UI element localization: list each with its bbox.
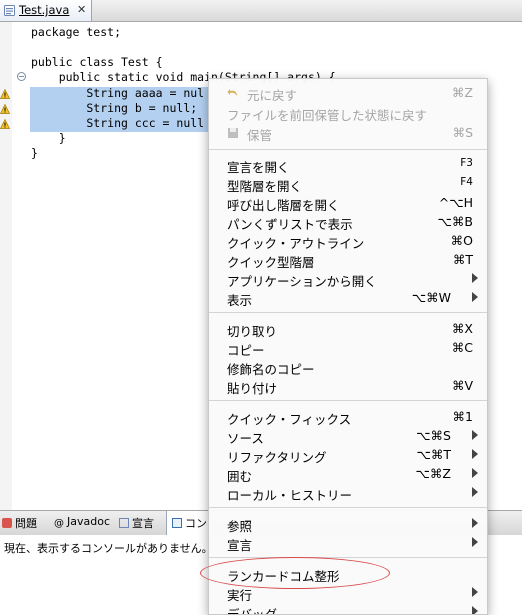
menu-separator	[209, 507, 487, 508]
console-empty-message: 現在、表示するコンソールがありません。	[4, 542, 213, 555]
editor-tab-label: Test.java	[19, 3, 70, 17]
menu-item-refactor[interactable]: リファクタリング ⌥⌘T	[209, 445, 487, 465]
menu-item-undo[interactable]: 元に戻す ⌘Z	[209, 83, 487, 103]
menu-item-local-history[interactable]: ローカル・ヒストリー	[209, 483, 487, 503]
tab-problems-label: 問題	[15, 517, 37, 530]
menu-item-debug[interactable]: デバッグ	[209, 602, 487, 614]
code-line-3: public class Test {	[31, 55, 163, 69]
submenu-arrow-icon	[472, 487, 478, 497]
code-line-1: package test;	[31, 25, 122, 39]
menu-item-revert-file[interactable]: ファイルを前回保管した状態に戻す	[209, 103, 487, 123]
menu-separator	[209, 149, 487, 150]
tab-declaration-label: 宣言	[132, 517, 154, 530]
submenu-arrow-icon	[472, 430, 478, 440]
editor-tab-bar: Test.java ✕	[0, 0, 522, 22]
code-line-5: String aaaa = nul	[31, 86, 205, 100]
menu-item-save[interactable]: 保管 ⌘S	[209, 123, 487, 143]
warning-icon[interactable]	[0, 119, 10, 129]
menu-item-surround-with[interactable]: 囲む ⌥⌘Z	[209, 464, 487, 484]
menu-item-open-call-hierarchy[interactable]: 呼び出し階層を開く ^⌥H	[209, 193, 487, 213]
code-line-6: String b = null;	[31, 101, 198, 115]
menu-item-quick-outline[interactable]: クイック・アウトライン ⌘O	[209, 231, 487, 251]
tab-console-label: コン	[185, 517, 207, 530]
menu-item-show-in[interactable]: 表示 ⌥⌘W	[209, 288, 487, 308]
close-icon[interactable]: ✕	[77, 3, 86, 16]
submenu-arrow-icon	[472, 587, 478, 597]
submenu-arrow-icon	[472, 518, 478, 528]
fold-toggle-icon[interactable]: −	[17, 72, 26, 81]
menu-separator	[209, 400, 487, 401]
undo-icon	[227, 89, 237, 96]
menu-item-copy[interactable]: コピー ⌘C	[209, 338, 487, 358]
tab-javadoc[interactable]: @ Javadoc	[54, 515, 110, 531]
menu-item-paste[interactable]: 貼り付け ⌘V	[209, 376, 487, 396]
menu-separator	[209, 312, 487, 313]
submenu-arrow-icon	[472, 537, 478, 547]
menu-item-quick-type-hierarchy[interactable]: クイック型階層 ⌘T	[209, 250, 487, 270]
menu-item-declarations[interactable]: 宣言	[209, 533, 487, 553]
menu-item-open-with[interactable]: アプリケーションから開く	[209, 269, 487, 289]
problems-icon	[2, 518, 12, 528]
tab-declaration[interactable]: 宣言	[119, 515, 154, 531]
tab-problems[interactable]: 問題	[2, 515, 37, 531]
tab-javadoc-label: Javadoc	[67, 515, 110, 528]
menu-item-quick-fix[interactable]: クイック・フィックス ⌘1	[209, 407, 487, 427]
context-menu: 元に戻す ⌘Z ファイルを前回保管した状態に戻す 保管 ⌘S 宣言を開く F3 …	[208, 78, 488, 615]
save-icon	[228, 128, 238, 138]
warning-icon[interactable]	[0, 104, 10, 114]
submenu-arrow-icon	[472, 273, 478, 283]
java-file-icon	[4, 5, 15, 16]
code-line-9: }	[31, 146, 38, 160]
submenu-arrow-icon	[472, 292, 478, 302]
tab-console[interactable]: コン	[166, 511, 211, 535]
menu-item-source[interactable]: ソース ⌥⌘S	[209, 426, 487, 446]
menu-item-open-type-hierarchy[interactable]: 型階層を開く F4	[209, 174, 487, 194]
submenu-arrow-icon	[472, 468, 478, 478]
menu-item-cut[interactable]: 切り取り ⌘X	[209, 319, 487, 339]
menu-item-references[interactable]: 参照	[209, 514, 487, 534]
annotation-ellipse	[200, 557, 390, 589]
submenu-arrow-icon	[472, 449, 478, 459]
submenu-arrow-icon	[472, 606, 478, 614]
code-line-8: }	[31, 131, 66, 145]
javadoc-icon: @	[54, 518, 64, 529]
menu-item-show-in-breadcrumb[interactable]: パンくずリストで表示 ⌥⌘B	[209, 212, 487, 232]
menu-item-open-declaration[interactable]: 宣言を開く F3	[209, 155, 487, 175]
console-icon	[172, 518, 182, 528]
code-line-7: String ccc = null	[31, 116, 205, 130]
warning-icon[interactable]	[0, 89, 10, 99]
menu-item-copy-qualified-name[interactable]: 修飾名のコピー	[209, 357, 487, 377]
declaration-icon	[119, 518, 129, 528]
editor-tab-test-java[interactable]: Test.java ✕	[0, 0, 92, 21]
